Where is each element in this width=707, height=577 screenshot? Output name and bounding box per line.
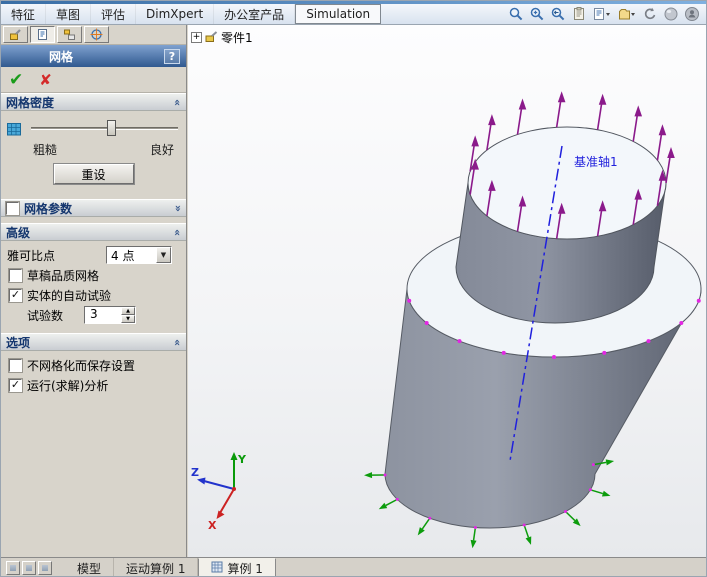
tab-evaluate[interactable]: 评估 (91, 4, 137, 24)
auto-trials-checkbox[interactable] (8, 287, 23, 303)
graphics-area[interactable]: 零件1 (188, 25, 707, 557)
feature-tree-root[interactable]: 零件1 (191, 29, 253, 46)
orientation-triad: Y Z X (191, 452, 247, 532)
tab-features[interactable]: 特征 (1, 4, 47, 24)
tab-dimxpert[interactable]: DimXpert (136, 4, 215, 24)
mesh-parameters-section-header[interactable]: 网格参数 (1, 199, 186, 217)
coarse-label: 粗糙 (33, 143, 58, 157)
advanced-section-header[interactable]: 高级 (1, 223, 186, 241)
panel-tab-strip (1, 25, 186, 45)
tab-model[interactable]: 模型 (65, 558, 115, 576)
view-orientation-icon[interactable] (592, 6, 612, 22)
mesh-density-section-body: 粗糙 良好 重设 (1, 111, 186, 193)
options-section-body: 不网格化而保存设置 运行(求解)分析 (1, 351, 186, 397)
tab-list-icon[interactable] (38, 561, 52, 575)
study-tab-strip: 模型 运动算例 1 算例 1 (65, 558, 276, 576)
configurationmanager-tab[interactable] (57, 26, 82, 43)
auto-trials-label: 实体的自动试验 (27, 288, 112, 303)
jacobian-value: 4 点 (111, 248, 135, 263)
tab-sketch[interactable]: 草图 (46, 4, 92, 24)
part-icon (205, 30, 218, 46)
mesh-density-slider[interactable] (29, 119, 180, 137)
mesh-density-section-header[interactable]: 网格密度 (1, 93, 186, 111)
options-section-header[interactable]: 选项 (1, 333, 186, 351)
fine-label: 良好 (149, 143, 174, 157)
tab-scroll-icon[interactable] (22, 561, 36, 575)
study-tab-label: 算例 1 (227, 561, 263, 576)
tab-scroll-icon[interactable] (6, 561, 20, 575)
save-without-mesh-checkbox[interactable] (8, 357, 23, 373)
mesh-parameters-checkbox[interactable] (5, 200, 20, 216)
expand-icon[interactable] (191, 32, 202, 43)
section-view-icon[interactable] (571, 6, 587, 22)
axis-label[interactable]: 基准轴1 (574, 154, 618, 169)
panel-header: 网格 ? (1, 45, 186, 67)
tab-motion-study[interactable]: 运动算例 1 (114, 558, 199, 576)
expand-chevron-icon (174, 202, 181, 215)
panel-title: 网格 (49, 49, 74, 64)
heads-up-toolbar (508, 4, 706, 24)
user-icon[interactable] (684, 6, 700, 22)
help-button[interactable]: ? (164, 48, 180, 64)
trials-value: 3 (90, 307, 98, 321)
panel-body: 网格密度 粗糙 良好 重设 (1, 93, 186, 557)
featuremanager-tab[interactable] (3, 26, 28, 43)
triad-z-label: Z (191, 466, 199, 479)
dimxpertmanager-tab[interactable] (84, 26, 109, 43)
options-title: 选项 (6, 335, 31, 350)
reset-button[interactable]: 重设 (52, 163, 135, 185)
model-3d-scene[interactable]: 基准轴1 Y Z X (188, 25, 707, 557)
rotate-view-icon[interactable] (642, 6, 658, 22)
tab-office-products[interactable]: 办公室产品 (214, 4, 296, 24)
statusbar-icons (1, 561, 57, 575)
advanced-section-body: 雅可比点 4 点 草稿品质网格 实体的自动试验 试验数 (1, 241, 186, 327)
tab-simulation[interactable]: Simulation (295, 4, 382, 24)
display-style-icon[interactable] (617, 6, 637, 22)
collapse-chevron-icon (174, 336, 181, 349)
save-without-mesh-label: 不网格化而保存设置 (27, 358, 136, 373)
collapse-chevron-icon (174, 226, 181, 239)
cancel-button[interactable]: ✘ (39, 71, 52, 89)
zoom-to-area-icon[interactable] (529, 6, 545, 22)
run-analysis-label: 运行(求解)分析 (27, 378, 109, 393)
run-analysis-checkbox[interactable] (8, 377, 23, 393)
appearance-icon[interactable] (663, 6, 679, 22)
draft-quality-checkbox[interactable] (8, 267, 23, 283)
trials-label: 试验数 (27, 308, 64, 323)
mesh-parameters-title: 网格参数 (24, 201, 73, 216)
triad-y-label: Y (237, 453, 247, 466)
previous-view-icon[interactable] (550, 6, 566, 22)
ok-cancel-row: ✔ ✘ (1, 67, 186, 93)
mesh-density-title: 网格密度 (6, 95, 55, 110)
trials-spinner[interactable]: 3 (84, 306, 137, 324)
statusbar: 模型 运动算例 1 算例 1 (1, 557, 706, 576)
triad-x-label: X (208, 519, 217, 532)
draft-quality-label: 草稿品质网格 (27, 268, 100, 283)
jacobian-label: 雅可比点 (7, 248, 56, 263)
spinner-up-icon[interactable] (121, 307, 136, 315)
spinner-down-icon[interactable] (121, 315, 136, 323)
study-icon (211, 561, 223, 576)
ok-button[interactable]: ✔ (9, 70, 23, 90)
jacobian-dropdown[interactable]: 4 点 (106, 246, 172, 264)
slider-track (31, 127, 178, 130)
solidworks-window: 特征 草图 评估 DimXpert 办公室产品 Simulation 网格 ? … (0, 0, 707, 577)
property-manager-panel: 网格 ? ✔ ✘ 网格密度 粗糙 (1, 25, 187, 557)
mesh-density-icon (7, 121, 22, 136)
propertymanager-tab[interactable] (30, 26, 55, 43)
collapse-chevron-icon (174, 96, 181, 109)
slider-handle[interactable] (107, 120, 117, 136)
zoom-to-fit-icon[interactable] (508, 6, 524, 22)
chevron-down-icon[interactable] (156, 247, 171, 263)
tab-study[interactable]: 算例 1 (198, 558, 276, 576)
commandmanager-tabs: 特征 草图 评估 DimXpert 办公室产品 Simulation (1, 4, 382, 24)
tree-root-label: 零件1 (221, 31, 253, 45)
menubar: 特征 草图 评估 DimXpert 办公室产品 Simulation (1, 4, 706, 25)
advanced-title: 高级 (6, 225, 31, 240)
